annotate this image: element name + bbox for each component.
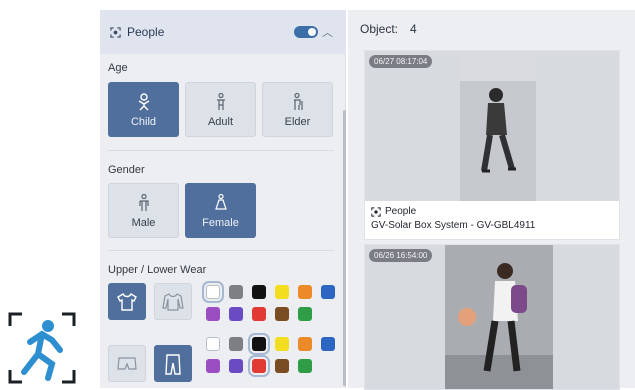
- age-section-label: Age: [108, 62, 128, 74]
- male-icon: [138, 193, 149, 211]
- age-divider: [108, 150, 334, 151]
- color-swatch[interactable]: [206, 359, 220, 373]
- people-filter-label: People: [127, 25, 165, 39]
- snapshot-timestamp: 06/27 08:17:04: [369, 55, 433, 68]
- upper-wear-short-sleeve-button[interactable]: [108, 283, 146, 320]
- color-swatch[interactable]: [298, 359, 312, 373]
- color-swatch[interactable]: [275, 307, 289, 321]
- gender-option-female-label: Female: [202, 216, 239, 229]
- female-icon: [214, 193, 227, 210]
- color-swatch[interactable]: [252, 359, 266, 373]
- color-swatch[interactable]: [321, 285, 335, 299]
- color-swatch[interactable]: [252, 337, 266, 351]
- snapshot-image: [445, 245, 553, 389]
- color-swatch[interactable]: [252, 285, 266, 299]
- people-search-screen: People ︿ Age Child Adult Elder Gender Ma…: [0, 0, 635, 390]
- object-count-row: Object: 4: [360, 22, 417, 36]
- result-card[interactable]: 06/27 08:17:04 People GV-Solar Box Syste…: [364, 50, 620, 240]
- color-swatch[interactable]: [298, 307, 312, 321]
- age-option-child[interactable]: Child: [108, 82, 179, 137]
- child-icon: [138, 92, 149, 110]
- lower-wear-pants-button[interactable]: [154, 345, 192, 382]
- color-swatch[interactable]: [321, 337, 335, 351]
- gender-option-male[interactable]: Male: [108, 183, 179, 238]
- results-panel: Object: 4 06/27 08:17:04 People GV-Solar…: [348, 10, 635, 390]
- adult-icon: [216, 92, 225, 110]
- color-swatch[interactable]: [229, 359, 243, 373]
- lower-wear-shorts-button[interactable]: [108, 345, 146, 382]
- result-source: GV-Solar Box System - GV-GBL4911: [371, 220, 536, 231]
- object-count-value: 4: [410, 22, 417, 36]
- result-card[interactable]: 06/26 16:54:00: [364, 244, 620, 390]
- wear-section-label: Upper / Lower Wear: [108, 264, 207, 276]
- filter-scrollbar[interactable]: [343, 110, 346, 386]
- age-option-adult-label: Adult: [207, 115, 234, 128]
- age-option-adult[interactable]: Adult: [185, 82, 256, 137]
- gender-option-male-label: Male: [131, 216, 156, 229]
- upper-wear-long-sleeve-button[interactable]: [154, 283, 192, 320]
- result-snapshot: 06/26 16:54:00: [365, 245, 619, 389]
- color-swatch[interactable]: [206, 285, 220, 299]
- filter-panel: People ︿ Age Child Adult Elder Gender Ma…: [100, 10, 346, 388]
- result-type-label: People: [385, 206, 417, 217]
- long-sleeve-shirt-icon: [162, 292, 184, 311]
- color-swatch[interactable]: [298, 285, 312, 299]
- color-swatch[interactable]: [229, 285, 243, 299]
- shorts-icon: [117, 356, 137, 370]
- age-option-elder[interactable]: Elder: [262, 82, 333, 137]
- color-swatch[interactable]: [229, 337, 243, 351]
- color-swatch[interactable]: [275, 359, 289, 373]
- gender-section-label: Gender: [108, 164, 145, 176]
- result-snapshot: 06/27 08:17:04: [365, 51, 619, 201]
- color-swatch[interactable]: [275, 285, 289, 299]
- short-sleeve-shirt-icon: [117, 292, 137, 311]
- color-swatch[interactable]: [252, 307, 266, 321]
- age-option-child-label: Child: [130, 115, 157, 128]
- gender-option-female[interactable]: Female: [185, 183, 256, 238]
- color-swatch[interactable]: [275, 337, 289, 351]
- people-detect-icon: [371, 207, 381, 217]
- pants-icon: [165, 353, 181, 375]
- age-option-elder-label: Elder: [284, 115, 311, 128]
- people-toggle[interactable]: [294, 26, 318, 38]
- snapshot-timestamp: 06/26 16:54:00: [369, 249, 433, 262]
- elder-icon: [293, 92, 303, 110]
- color-swatch[interactable]: [229, 307, 243, 321]
- running-person-detection-icon: [8, 312, 76, 384]
- color-swatch[interactable]: [206, 337, 220, 351]
- result-meta: People GV-Solar Box System - GV-GBL4911: [365, 201, 619, 239]
- snapshot-image: [460, 51, 536, 201]
- gender-divider: [108, 250, 334, 251]
- color-swatch[interactable]: [298, 337, 312, 351]
- result-type-row: People: [371, 205, 613, 219]
- people-detect-icon: [110, 26, 121, 38]
- object-count-label: Object:: [360, 22, 399, 36]
- collapse-chevron-icon[interactable]: ︿: [322, 24, 333, 40]
- color-swatch[interactable]: [206, 307, 220, 321]
